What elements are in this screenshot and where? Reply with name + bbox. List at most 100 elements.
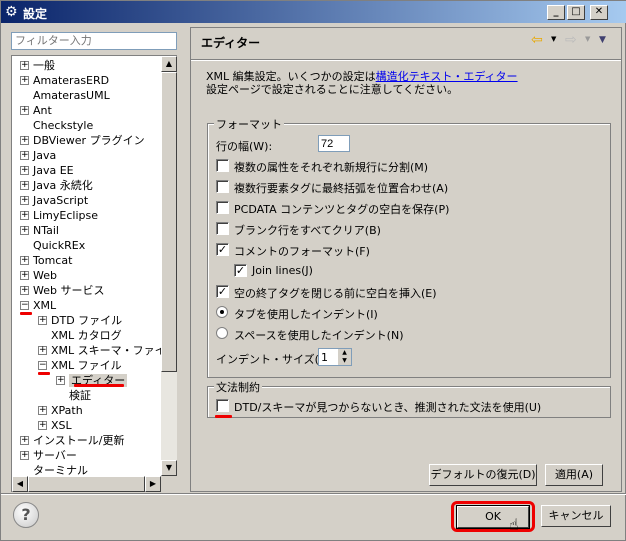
tree-item[interactable]: Tomcat	[33, 253, 72, 268]
grammar-group-label: 文法制約	[214, 379, 262, 395]
tree-item[interactable]: AmaterasERD	[33, 73, 109, 88]
format-group: フォーマット 行の幅(W): 複数の属性をそれぞれ新規行に分割(M) 複数行要素タ…	[207, 116, 611, 378]
expand-icon[interactable]: +	[20, 451, 29, 460]
radio-button[interactable]	[216, 306, 228, 318]
tree-item[interactable]: XML カタログ	[51, 328, 122, 343]
forward-dropdown-icon: ▼	[585, 35, 591, 43]
checkbox[interactable]	[216, 201, 229, 214]
tree-item-label: Ant	[33, 104, 52, 117]
tree-item[interactable]: DTD ファイル	[51, 313, 122, 328]
scroll-left-button[interactable]: ◀	[12, 476, 28, 492]
maximize-button[interactable]: □	[567, 5, 585, 20]
tree-item-label: DBViewer プラグイン	[33, 134, 145, 147]
tree-item-label: Java EE	[33, 164, 74, 177]
tree-item[interactable]: XML スキーマ・ファイル	[51, 343, 177, 358]
spinner-down-button[interactable]: ▼	[338, 357, 351, 365]
expand-icon[interactable]: +	[20, 76, 29, 85]
view-menu-icon[interactable]: ▼	[599, 35, 606, 45]
expand-icon[interactable]: +	[20, 196, 29, 205]
restore-defaults-button[interactable]: デフォルトの復元(D)	[429, 464, 537, 486]
scroll-down-button[interactable]: ▼	[161, 460, 177, 476]
tree-item[interactable]: Java 永続化	[33, 178, 93, 193]
tree-item[interactable]: Web サービス	[33, 283, 104, 298]
tree-item[interactable]: XML ファイル	[51, 358, 122, 373]
tree-item[interactable]: NTail	[33, 223, 59, 238]
tree-item[interactable]: XML	[33, 298, 56, 313]
tree-item-label: AmaterasERD	[33, 74, 110, 87]
horizontal-scrollbar[interactable]: ◀ ▶	[12, 476, 161, 492]
tree-item[interactable]: AmaterasUML	[33, 88, 110, 103]
checkbox[interactable]	[216, 159, 229, 172]
option-label: 複数行要素タグに最終括弧を位置合わせ(A)	[234, 182, 449, 195]
apply-button[interactable]: 適用(A)	[545, 464, 603, 486]
scroll-up-button[interactable]: ▲	[161, 56, 177, 72]
tree-item[interactable]: DBViewer プラグイン	[33, 133, 145, 148]
expand-icon[interactable]: +	[56, 376, 65, 385]
grammar-checkbox[interactable]	[216, 399, 229, 412]
tree-item[interactable]: LimyEclipse	[33, 208, 98, 223]
tree-item[interactable]: XSL	[51, 418, 72, 433]
checkbox[interactable]: ✓	[234, 264, 247, 277]
option-label: タブを使用したインデント(I)	[234, 308, 378, 321]
expand-icon[interactable]: +	[38, 406, 47, 415]
checkbox[interactable]	[216, 180, 229, 193]
expand-icon[interactable]: +	[38, 316, 47, 325]
expand-icon[interactable]: +	[20, 436, 29, 445]
option-label: 空の終了タグを閉じる前に空白を挿入(E)	[234, 287, 437, 300]
expand-icon[interactable]: +	[20, 256, 29, 265]
expand-icon[interactable]: +	[20, 61, 29, 70]
expand-icon[interactable]: +	[20, 286, 29, 295]
cancel-button[interactable]: キャンセル	[541, 505, 611, 527]
expand-icon[interactable]: +	[20, 136, 29, 145]
scroll-thumb[interactable]	[161, 72, 177, 372]
structured-text-editor-link[interactable]: 構造化テキスト・エディター	[376, 70, 518, 83]
tree-item[interactable]: インストール/更新	[33, 433, 125, 448]
tree-item[interactable]: Web	[33, 268, 57, 283]
tree-item-label: LimyEclipse	[33, 209, 99, 222]
tree-item[interactable]: QuickREx	[33, 238, 85, 253]
expand-icon[interactable]: +	[20, 271, 29, 280]
tree-item-label: サーバー	[33, 449, 77, 462]
close-button[interactable]: ✕	[590, 5, 608, 20]
tree-item[interactable]: 一般	[33, 58, 55, 73]
checkbox[interactable]: ✓	[216, 243, 229, 256]
back-arrow-icon[interactable]: ⇦	[531, 32, 543, 48]
filter-input[interactable]	[11, 32, 177, 50]
page-title: エディター	[201, 36, 261, 50]
expand-icon[interactable]: +	[20, 226, 29, 235]
tree-item-label: 一般	[33, 59, 55, 72]
expand-icon[interactable]: +	[20, 166, 29, 175]
checkbox[interactable]	[216, 222, 229, 235]
spinner-up-button[interactable]: ▲	[338, 349, 351, 357]
expand-icon[interactable]: +	[38, 421, 47, 430]
line-width-input[interactable]	[318, 135, 350, 152]
vertical-scrollbar[interactable]: ▲ ▼	[161, 56, 177, 476]
tree-item[interactable]: XPath	[51, 403, 83, 418]
indent-size-spinner[interactable]: 1 ▲ ▼	[318, 348, 352, 366]
tree-item-label: QuickREx	[33, 239, 86, 252]
expand-icon[interactable]: +	[20, 151, 29, 160]
collapse-icon[interactable]: −	[38, 361, 47, 370]
scroll-right-button[interactable]: ▶	[145, 476, 161, 492]
help-icon[interactable]: ?	[13, 502, 39, 528]
tree-item[interactable]: サーバー	[33, 448, 77, 463]
radio-button[interactable]	[216, 327, 228, 339]
tree-item-label: DTD ファイル	[51, 314, 123, 327]
expand-icon[interactable]: +	[20, 106, 29, 115]
collapse-icon[interactable]: −	[20, 301, 29, 310]
window-title: 設定	[23, 7, 48, 21]
tree-item[interactable]: Java EE	[33, 163, 74, 178]
minimize-button[interactable]: _	[547, 5, 565, 20]
h-scroll-thumb[interactable]	[28, 476, 145, 492]
tree-item[interactable]: 検証	[69, 388, 91, 403]
tree-item-label: Web	[33, 269, 57, 282]
expand-icon[interactable]: +	[20, 211, 29, 220]
tree-item[interactable]: Checkstyle	[33, 118, 93, 133]
tree-item[interactable]: Java	[33, 148, 56, 163]
tree-item[interactable]: Ant	[33, 103, 52, 118]
expand-icon[interactable]: +	[20, 181, 29, 190]
checkbox[interactable]: ✓	[216, 285, 229, 298]
expand-icon[interactable]: +	[38, 346, 47, 355]
tree-item[interactable]: JavaScript	[33, 193, 88, 208]
back-dropdown-icon[interactable]: ▼	[551, 35, 556, 43]
